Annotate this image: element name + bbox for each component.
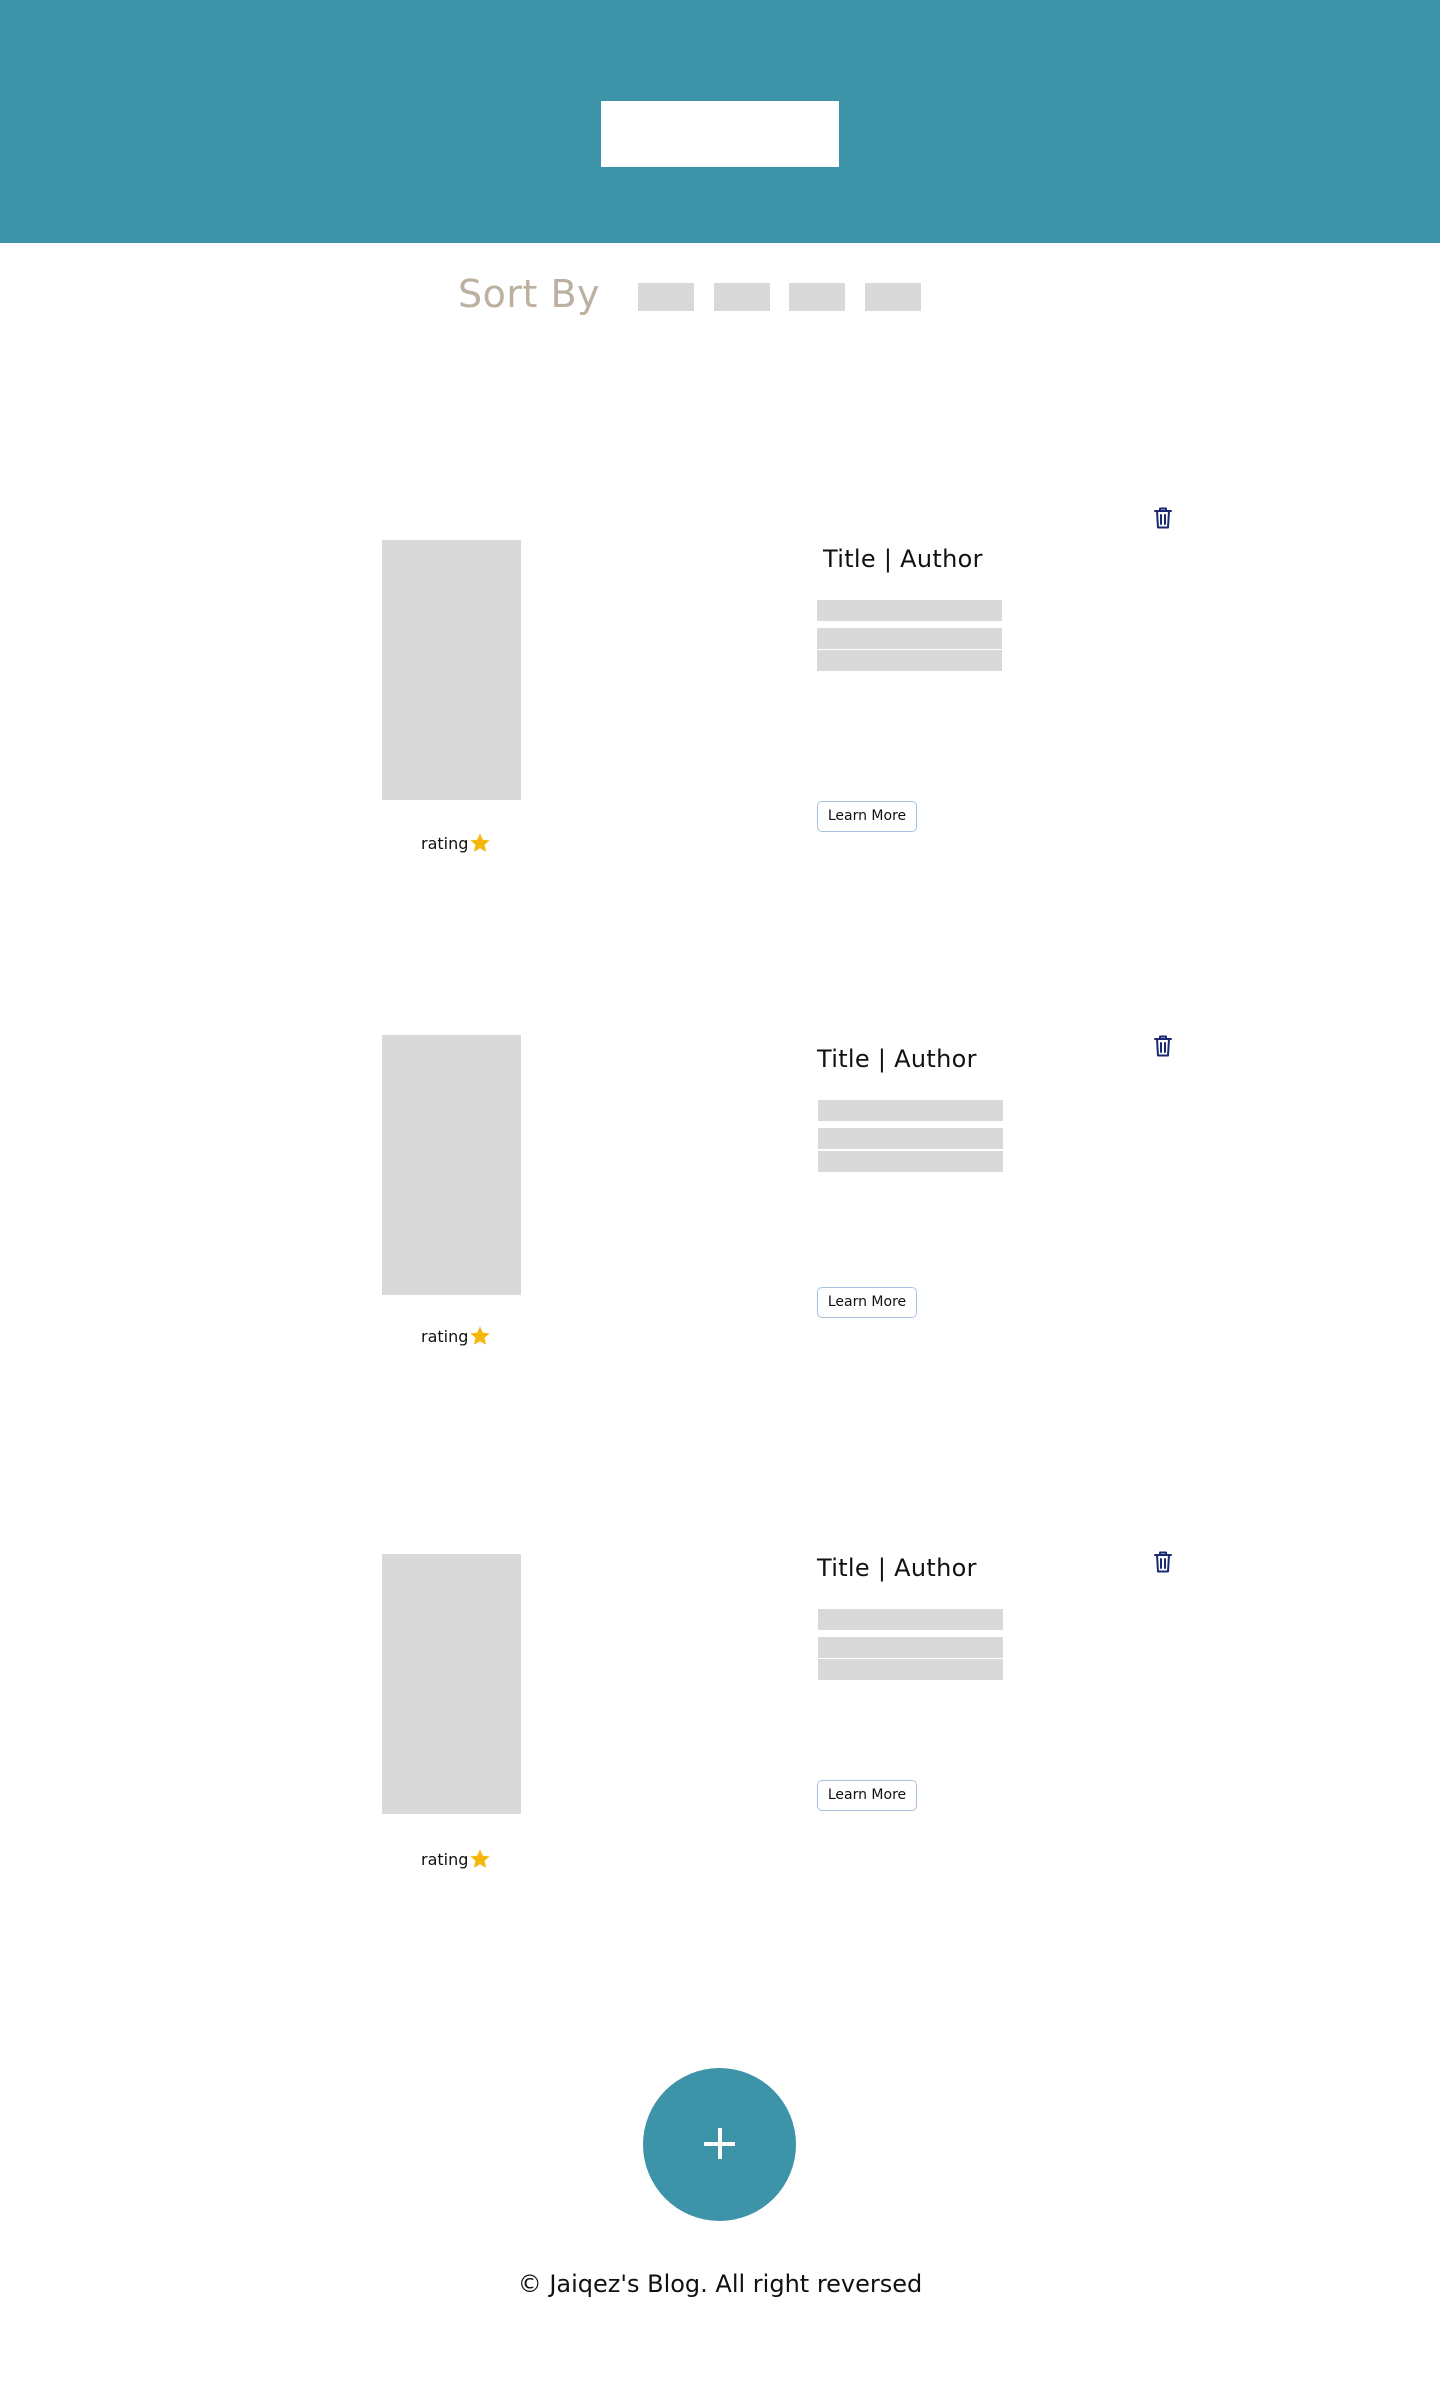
post-rating: rating <box>421 1325 491 1347</box>
post-title: Title | Author <box>823 545 983 573</box>
post-description-line <box>817 600 1002 621</box>
rating-label: rating <box>421 1326 469 1346</box>
post-description-line <box>818 1637 1003 1658</box>
post-rating: rating <box>421 832 491 854</box>
learn-more-button[interactable]: Learn More <box>817 1780 917 1811</box>
post-cover-image <box>382 540 521 800</box>
sort-option-1[interactable] <box>638 283 694 311</box>
post-description-line <box>818 1659 1003 1680</box>
footer-copyright: © Jaiqez's Blog. All right reversed <box>517 2270 923 2298</box>
star-icon <box>469 1848 491 1870</box>
post-description-line <box>817 650 1002 671</box>
trash-icon[interactable] <box>1152 1034 1174 1058</box>
post-description-line <box>818 1128 1003 1149</box>
sort-option-4[interactable] <box>865 283 921 311</box>
star-icon <box>469 832 491 854</box>
sort-option-2[interactable] <box>714 283 770 311</box>
post-description-line <box>818 1100 1003 1121</box>
learn-more-button[interactable]: Learn More <box>817 1287 917 1318</box>
post-rating: rating <box>421 1848 491 1870</box>
site-header <box>0 0 1440 243</box>
header-logo-placeholder[interactable] <box>601 101 839 167</box>
post-title: Title | Author <box>817 1554 977 1582</box>
sort-option-3[interactable] <box>789 283 845 311</box>
trash-icon[interactable] <box>1152 1550 1174 1574</box>
learn-more-button[interactable]: Learn More <box>817 801 917 832</box>
post-description-line <box>817 628 1002 649</box>
post-description-line <box>818 1151 1003 1172</box>
post-cover-image <box>382 1035 521 1295</box>
star-icon <box>469 1325 491 1347</box>
add-post-button[interactable] <box>643 2068 796 2221</box>
rating-label: rating <box>421 1849 469 1869</box>
post-title: Title | Author <box>817 1045 977 1073</box>
sort-by-label: Sort By <box>458 272 601 316</box>
post-description-line <box>818 1609 1003 1630</box>
post-cover-image <box>382 1554 521 1814</box>
rating-label: rating <box>421 833 469 853</box>
trash-icon[interactable] <box>1152 506 1174 530</box>
